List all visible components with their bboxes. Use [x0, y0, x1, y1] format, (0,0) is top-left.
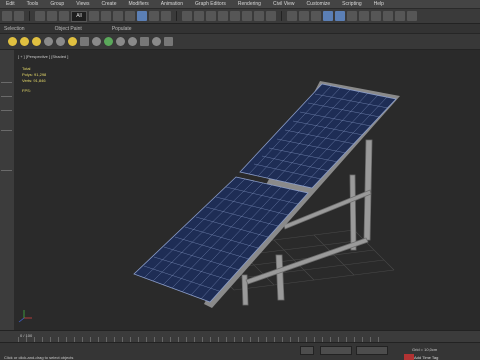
snaps-toggle-icon[interactable] [230, 11, 240, 21]
menu-scripting[interactable]: Scripting [342, 0, 361, 9]
sun-icon[interactable] [68, 37, 77, 46]
box-icon[interactable] [80, 37, 89, 46]
panel-divider [1, 110, 12, 111]
rect-selection-icon[interactable] [113, 11, 123, 21]
create-toolbar [0, 34, 480, 50]
tab-object-paint[interactable]: Object Paint [55, 24, 82, 33]
polys-value: 91,298 [34, 72, 47, 77]
menu-group[interactable]: Group [50, 0, 64, 9]
fps-label: FPS: [22, 88, 31, 93]
menu-civil-view[interactable]: Civil View [273, 0, 295, 9]
selection-filter-dropdown[interactable]: All [71, 10, 87, 22]
menu-items: Edit Tools Group Views Create Modifiers … [6, 0, 384, 9]
solar-panel-upper [239, 83, 397, 189]
select-scale-icon[interactable] [161, 11, 171, 21]
toolbar-separator [176, 11, 177, 21]
teapot-icon[interactable] [104, 37, 113, 46]
panel-divider [1, 130, 12, 131]
light-icon[interactable] [8, 37, 17, 46]
menu-views[interactable]: Views [76, 0, 89, 9]
polys-label: Polys: [22, 72, 33, 77]
panel-divider [1, 82, 12, 83]
rendered-frame-icon[interactable] [395, 11, 405, 21]
plane-icon[interactable] [140, 37, 149, 46]
menu-tools[interactable]: Tools [27, 0, 39, 9]
align-icon[interactable] [311, 11, 321, 21]
redo-icon[interactable] [14, 11, 24, 21]
axis-gizmo-icon [18, 310, 32, 323]
menu-help[interactable]: Help [374, 0, 384, 9]
panel-divider [1, 96, 12, 97]
verts-row: Verts: 91,846 [22, 78, 46, 84]
helper-icon[interactable] [92, 37, 101, 46]
perspective-viewport[interactable]: [ + ] [Perspective ] [Shaded ] Total Pol… [14, 50, 480, 330]
render-setup-icon[interactable] [383, 11, 393, 21]
command-panel [0, 50, 15, 330]
link-icon[interactable] [35, 11, 45, 21]
torus-icon[interactable] [128, 37, 137, 46]
menu-edit[interactable]: Edit [6, 0, 15, 9]
verts-label: Verts: [22, 78, 33, 83]
status-bar: Grid = 10,0cm Click or click-and-drag to… [0, 342, 480, 360]
cylinder-icon[interactable] [116, 37, 125, 46]
named-selection-icon[interactable] [287, 11, 297, 21]
ribbon-tabs: Selection Object Paint Populate [0, 24, 480, 34]
angle-snap-icon[interactable] [242, 11, 252, 21]
scene-statistics: Total Polys: 91,298 Verts: 91,846 [22, 66, 46, 84]
tube-icon[interactable] [164, 37, 173, 46]
status-prompt: Click or click-and-drag to select object… [4, 355, 74, 360]
camera-icon[interactable] [44, 37, 53, 46]
percent-snap-icon[interactable] [254, 11, 264, 21]
spot-light-icon[interactable] [32, 37, 41, 46]
select-rotate-icon[interactable] [149, 11, 159, 21]
layer-explorer-icon[interactable] [323, 11, 333, 21]
select-move-icon[interactable] [137, 11, 147, 21]
select-by-name-icon[interactable] [101, 11, 111, 21]
add-time-tag-button[interactable]: Add Time Tag [414, 355, 438, 360]
curve-editor-icon[interactable] [347, 11, 357, 21]
window-crossing-icon[interactable] [125, 11, 135, 21]
spinner-snap-icon[interactable] [266, 11, 276, 21]
unlink-icon[interactable] [47, 11, 57, 21]
scene-explorer-icon[interactable] [335, 11, 345, 21]
render-production-icon[interactable] [407, 11, 417, 21]
pivot-center-icon[interactable] [194, 11, 204, 21]
toolbar-separator [281, 11, 282, 21]
tab-populate[interactable]: Populate [112, 24, 132, 33]
select-object-icon[interactable] [89, 11, 99, 21]
verts-value: 91,846 [33, 78, 46, 83]
menu-rendering[interactable]: Rendering [238, 0, 261, 9]
material-editor-icon[interactable] [371, 11, 381, 21]
sphere-icon[interactable] [56, 37, 65, 46]
menu-create[interactable]: Create [101, 0, 116, 9]
reference-coord-icon[interactable] [182, 11, 192, 21]
undo-icon[interactable] [2, 11, 12, 21]
bind-icon[interactable] [59, 11, 69, 21]
menu-bar: Edit Tools Group Views Create Modifiers … [0, 0, 480, 9]
panel-divider [1, 170, 12, 171]
grid-size: Grid = 10,0cm [412, 347, 438, 352]
omni-light-icon[interactable] [20, 37, 29, 46]
schematic-view-icon[interactable] [359, 11, 369, 21]
timeline[interactable]: 0 / 100 [0, 330, 480, 342]
keyboard-shortcut-icon[interactable] [218, 11, 228, 21]
auto-key-button[interactable] [404, 354, 414, 360]
select-manipulate-icon[interactable] [206, 11, 216, 21]
menu-modifiers[interactable]: Modifiers [128, 0, 148, 9]
mirror-icon[interactable] [299, 11, 309, 21]
main-toolbar: All [0, 9, 480, 24]
tab-selection[interactable]: Selection [4, 24, 25, 33]
geosphere-icon[interactable] [152, 37, 161, 46]
menu-animation[interactable]: Animation [161, 0, 183, 9]
menu-customize[interactable]: Customize [307, 0, 331, 9]
scene-render [18, 81, 400, 323]
x-coordinate-field[interactable] [320, 346, 352, 355]
toolbar-separator [29, 11, 30, 21]
lock-selection-icon[interactable] [300, 346, 314, 355]
viewport-label[interactable]: [ + ] [Perspective ] [Shaded ] [18, 54, 68, 59]
menu-graph-editors[interactable]: Graph Editors [195, 0, 226, 9]
y-coordinate-field[interactable] [356, 346, 388, 355]
